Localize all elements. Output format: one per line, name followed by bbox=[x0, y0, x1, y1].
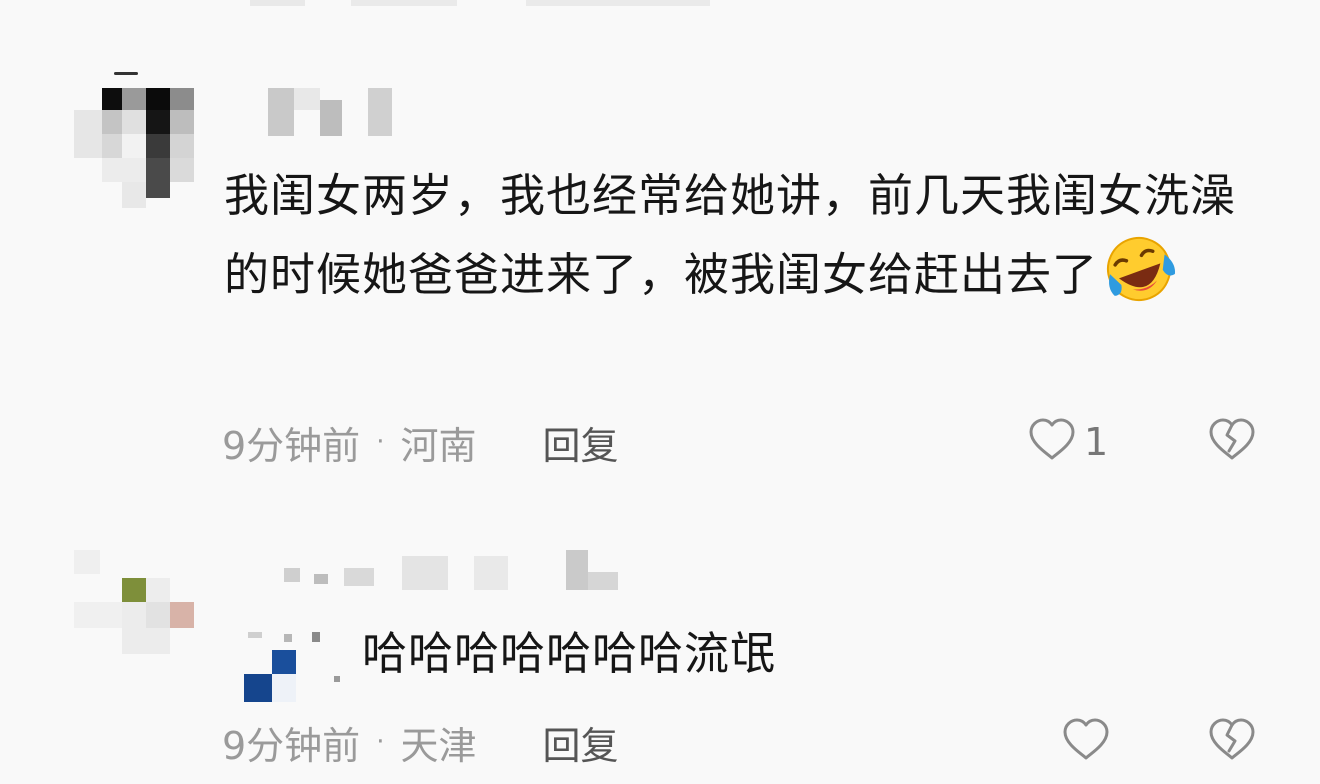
badge-blurred bbox=[244, 624, 340, 704]
laughing-crying-emoji bbox=[1102, 234, 1176, 304]
username-blurred[interactable] bbox=[284, 548, 644, 598]
comment-item: 哈哈哈哈哈哈哈流氓 9分钟前 · 天津 回复 bbox=[0, 520, 1320, 784]
timestamp: 9分钟前 bbox=[222, 423, 361, 468]
heart-icon bbox=[1028, 418, 1076, 466]
avatar[interactable] bbox=[74, 68, 196, 218]
dislike-button[interactable] bbox=[1208, 418, 1256, 466]
username-blurred[interactable] bbox=[268, 88, 392, 138]
reply-button[interactable]: 回复 bbox=[542, 415, 618, 470]
comment-meta: 9分钟前 · 天津 回复 bbox=[222, 712, 618, 772]
like-button[interactable]: 1 bbox=[1028, 412, 1108, 472]
comment-item: 我闺女两岁，我也经常给她讲，前几天我闺女洗澡的时候她爸爸进来了，被我闺女给赶出去… bbox=[0, 0, 1320, 500]
like-button[interactable] bbox=[1062, 712, 1110, 772]
meta-separator: · bbox=[376, 427, 385, 457]
reply-button[interactable]: 回复 bbox=[542, 715, 618, 770]
avatar[interactable] bbox=[74, 550, 198, 658]
comment-text: 哈哈哈哈哈哈哈流氓 bbox=[362, 627, 777, 680]
timestamp: 9分钟前 bbox=[222, 723, 361, 768]
like-count: 1 bbox=[1084, 420, 1109, 464]
comment-meta: 9分钟前 · 河南 回复 bbox=[222, 412, 618, 472]
location: 河南 bbox=[400, 423, 477, 468]
comment-text: 我闺女两岁，我也经常给她讲，前几天我闺女洗澡的时候她爸爸进来了，被我闺女给赶出去… bbox=[224, 158, 1244, 313]
meta-separator: · bbox=[376, 727, 385, 757]
broken-heart-icon bbox=[1208, 718, 1256, 766]
heart-icon bbox=[1062, 718, 1110, 766]
dislike-button[interactable] bbox=[1208, 718, 1256, 766]
broken-heart-icon bbox=[1208, 418, 1256, 466]
location: 天津 bbox=[400, 723, 477, 768]
